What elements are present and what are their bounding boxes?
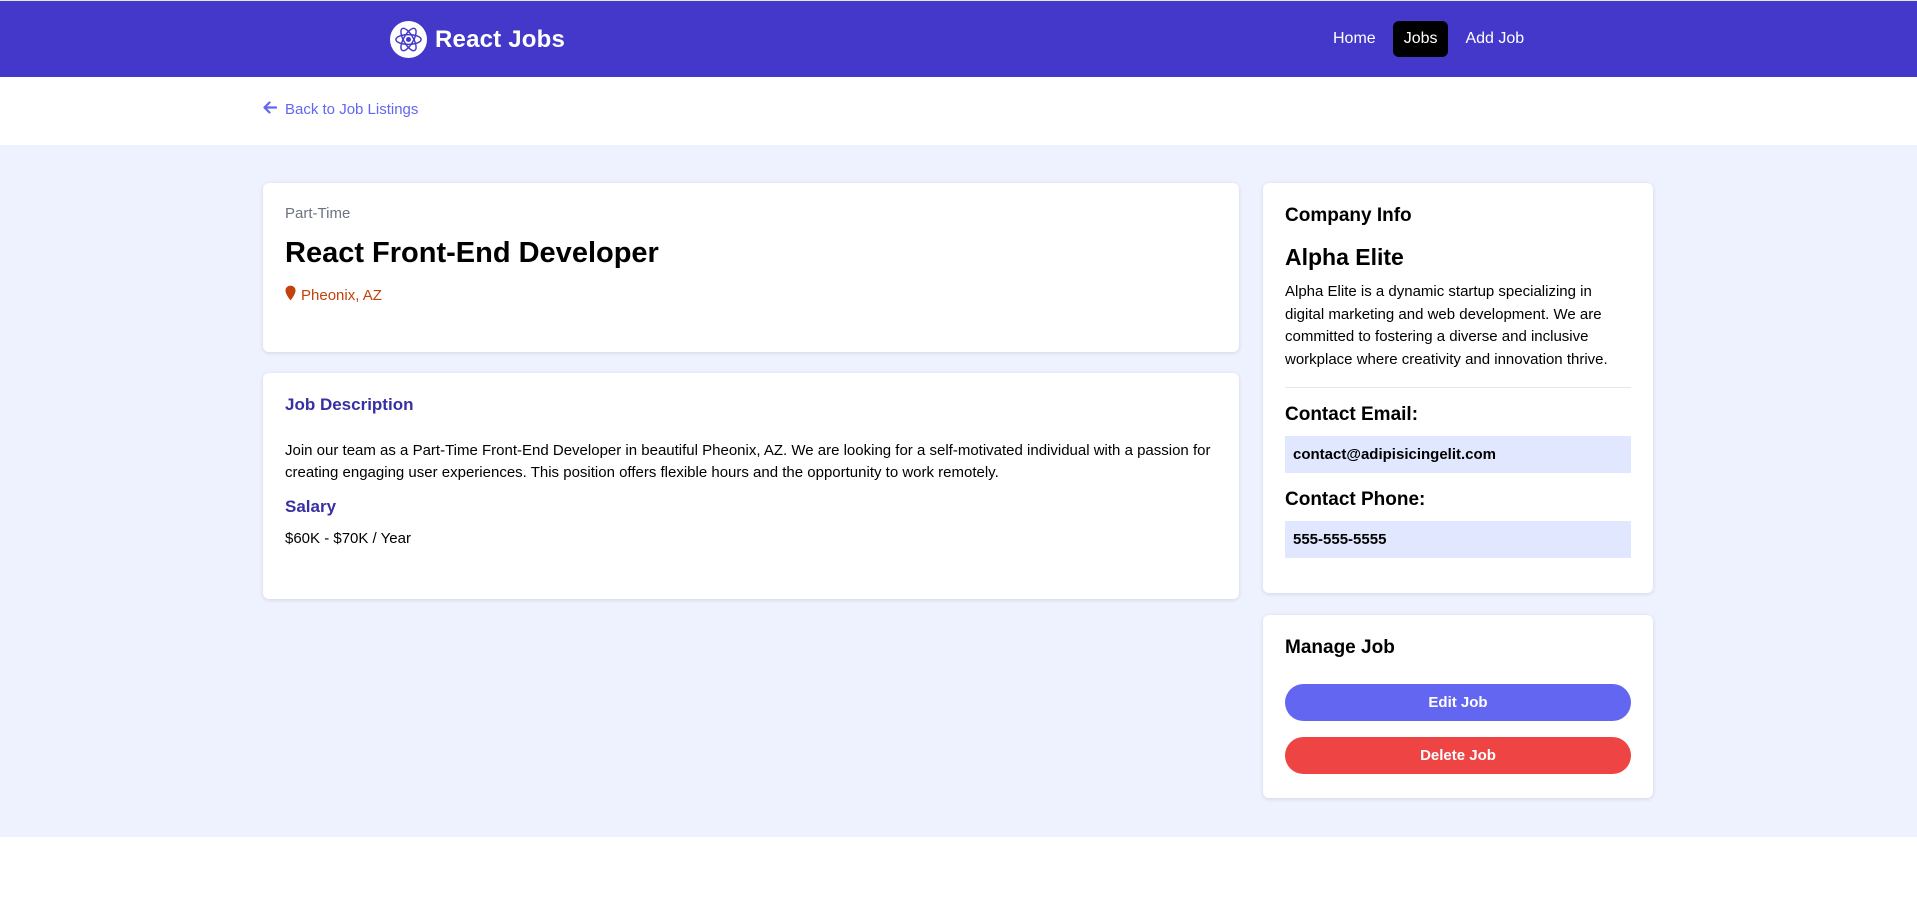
brand-name: React Jobs [435,25,566,53]
arrow-left-icon [263,101,278,118]
company-info-title: Company Info [1285,205,1412,226]
contact-email-value: contact@adipisicingelit.com [1285,436,1631,473]
contact-email-label: Contact Email: [1285,404,1419,425]
job-description-heading: Job Description [285,395,414,414]
react-logo-icon [390,21,427,58]
delete-job-button[interactable]: Delete Job [1285,737,1631,774]
salary-value: $60K - $70K / Year [285,530,411,547]
job-description-card: Job Description Join our team as a Part-… [263,373,1239,599]
job-location-text: Pheonix, AZ [301,286,382,304]
manage-job-title: Manage Job [1285,637,1395,658]
job-description-text: Join our team as a Part-Time Front-End D… [285,442,1211,481]
back-to-listings-link[interactable]: Back to Job Listings [263,101,418,118]
company-name: Alpha Elite [1285,244,1404,270]
nav-links: Home Jobs Add Job [1322,21,1535,57]
nav-jobs[interactable]: Jobs [1392,21,1449,57]
nav-home[interactable]: Home [1322,21,1387,57]
job-type: Part-Time [285,205,351,222]
job-header-card: Part-Time React Front-End Developer Pheo… [263,183,1239,352]
contact-phone-label: Contact Phone: [1285,489,1426,510]
company-info-card: Company Info Alpha Elite Alpha Elite is … [1263,183,1653,593]
brand-link[interactable]: React Jobs [390,21,565,58]
map-marker-icon [285,285,296,305]
back-bar: Back to Job Listings [0,77,1917,145]
edit-job-button[interactable]: Edit Job [1285,684,1631,721]
back-link-label: Back to Job Listings [285,101,419,118]
manage-job-card: Manage Job Edit Job Delete Job [1263,615,1653,798]
navbar: React Jobs Home Jobs Add Job [0,0,1917,77]
job-title: React Front-End Developer [285,237,659,269]
company-description: Alpha Elite is a dynamic startup special… [1285,283,1608,368]
salary-heading: Salary [285,497,337,516]
divider [1285,387,1631,388]
contact-phone-value: 555-555-5555 [1285,521,1631,558]
job-location: Pheonix, AZ [285,285,1217,305]
job-page-main: Part-Time React Front-End Developer Pheo… [0,145,1917,837]
nav-add-job[interactable]: Add Job [1454,21,1535,57]
